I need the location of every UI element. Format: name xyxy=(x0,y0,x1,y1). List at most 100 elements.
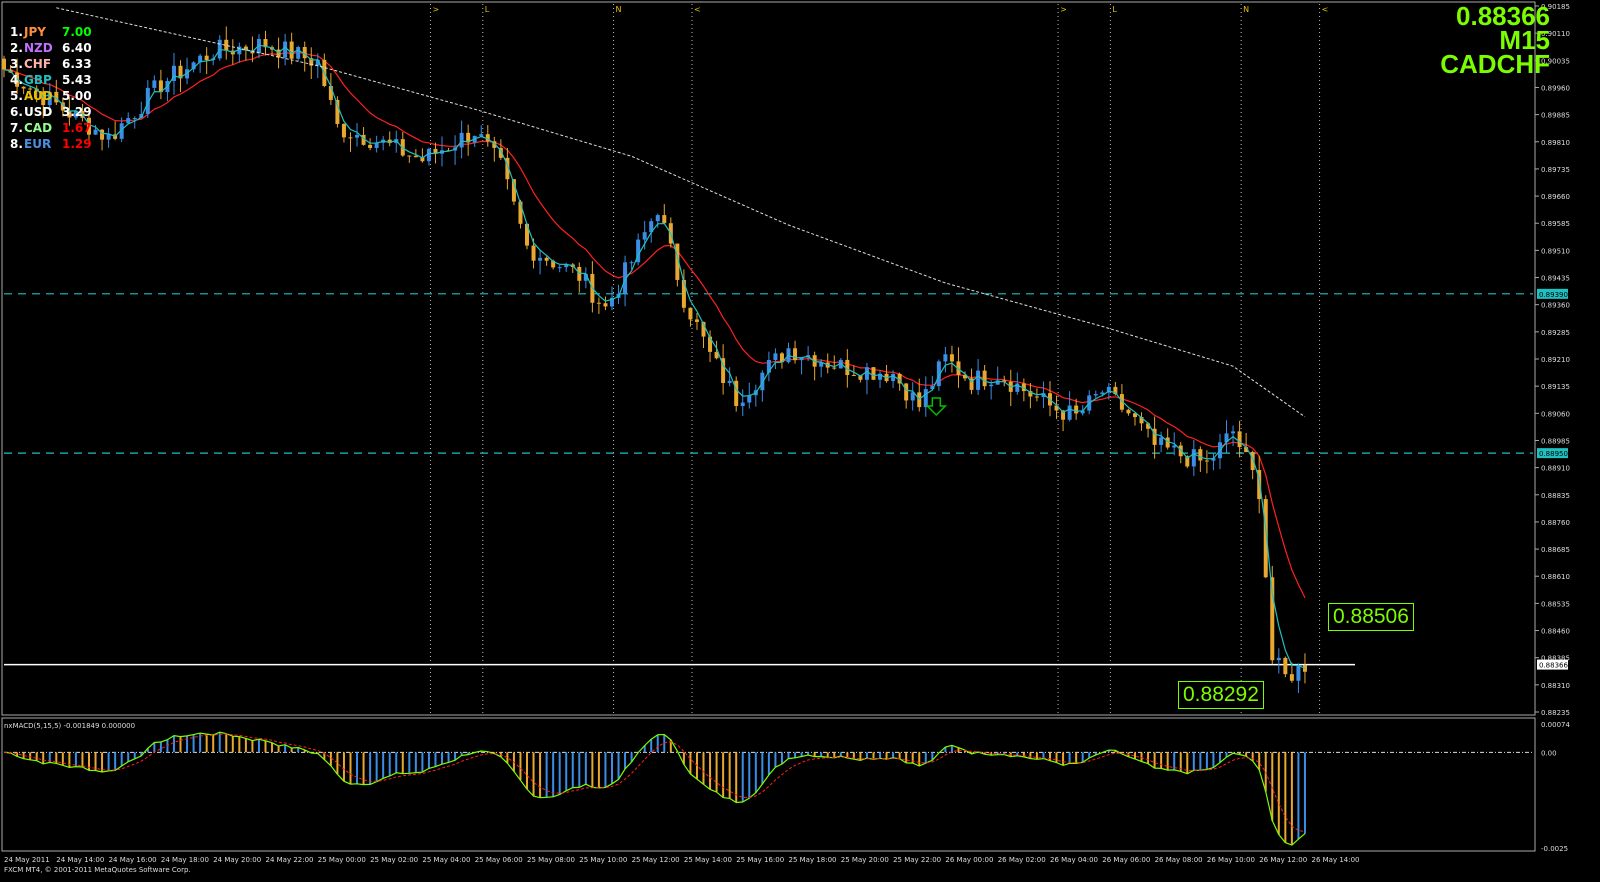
candle-body xyxy=(949,354,954,362)
strength-value: 6.33 xyxy=(62,57,92,71)
strength-currency: AUD xyxy=(24,89,53,103)
candle-body xyxy=(132,118,137,120)
time-tick-label: 26 May 06:00 xyxy=(1102,856,1150,864)
time-tick-label: 25 May 08:00 xyxy=(527,856,575,864)
candle-body xyxy=(296,46,301,59)
candle-body xyxy=(655,215,660,222)
strength-rank: 3. xyxy=(10,57,23,71)
candle-body xyxy=(355,134,360,138)
candle-body xyxy=(93,129,98,135)
strength-value: 3.29 xyxy=(62,105,92,119)
macd-tick-label: 0.00074 xyxy=(1541,721,1570,729)
candle-body xyxy=(1100,392,1105,395)
time-tick-label: 26 May 04:00 xyxy=(1050,856,1098,864)
price-tick-label: 0.89210 xyxy=(1541,356,1570,364)
time-tick-label: 26 May 10:00 xyxy=(1207,856,1255,864)
strength-rank: 5. xyxy=(10,89,23,103)
candle-body xyxy=(289,41,294,59)
session-label: L xyxy=(485,5,490,14)
macd-axis: 0.00074 0.00 -0.0025 xyxy=(1541,721,1570,853)
candle-body xyxy=(1093,394,1098,396)
strength-rank: 1. xyxy=(10,25,23,39)
candle-body xyxy=(982,370,987,387)
strength-rank: 6. xyxy=(10,105,23,119)
price-tick-label: 0.88910 xyxy=(1541,465,1570,473)
candle-body xyxy=(1034,396,1039,398)
strength-row: 5.AUD 5.00 xyxy=(10,88,92,104)
price-marker-label: 0.88950 xyxy=(1539,450,1568,458)
strength-value: 7.00 xyxy=(62,25,92,39)
strength-value: 1.67 xyxy=(62,121,92,135)
price-tick-label: 0.89960 xyxy=(1541,84,1570,92)
time-tick-label: 24 May 18:00 xyxy=(161,856,209,864)
price-tick-label: 0.89810 xyxy=(1541,139,1570,147)
session-label: > xyxy=(1060,5,1067,14)
candle-body xyxy=(851,375,856,377)
price-tick-label: 0.88685 xyxy=(1541,546,1570,554)
price-tick-label: 0.89585 xyxy=(1541,220,1570,228)
strength-value: 5.00 xyxy=(62,89,92,103)
copyright-text: FXCM MT4, © 2001-2011 MetaQuotes Softwar… xyxy=(4,866,191,874)
price-tick-label: 0.88310 xyxy=(1541,682,1570,690)
candle-body xyxy=(740,402,745,407)
candle-body xyxy=(368,144,373,148)
price-tick-label: 0.89435 xyxy=(1541,275,1570,283)
candle-body xyxy=(596,302,601,304)
time-tick-label: 25 May 14:00 xyxy=(684,856,732,864)
price-tick-label: 0.88835 xyxy=(1541,492,1570,500)
candle-body xyxy=(943,354,948,362)
strength-rank: 4. xyxy=(10,73,23,87)
candle-body xyxy=(106,134,111,140)
time-tick-label: 25 May 16:00 xyxy=(736,856,784,864)
time-tick-label: 26 May 00:00 xyxy=(945,856,993,864)
candle-body xyxy=(864,367,869,380)
candle-body xyxy=(832,367,837,369)
candle-body xyxy=(727,380,732,383)
time-tick-label: 26 May 02:00 xyxy=(998,856,1046,864)
candle-body xyxy=(1198,449,1203,461)
candle-body xyxy=(681,279,686,308)
candle-body xyxy=(126,118,131,124)
time-tick-label: 25 May 18:00 xyxy=(789,856,837,864)
time-tick-label: 24 May 20:00 xyxy=(213,856,261,864)
candle-body xyxy=(1289,674,1294,681)
price-tick-label: 0.88760 xyxy=(1541,519,1570,527)
time-tick-label: 25 May 02:00 xyxy=(370,856,418,864)
strength-row: 4.GBP 5.43 xyxy=(10,72,92,88)
strength-rank: 7. xyxy=(10,121,23,135)
session-label: > xyxy=(432,5,439,14)
candle-body xyxy=(1067,405,1072,420)
candle-body xyxy=(773,353,778,360)
symbol-label: CADCHF xyxy=(1440,49,1550,79)
strength-row: 7.CAD 1.67 xyxy=(10,120,92,136)
strength-rank: 8. xyxy=(10,137,23,151)
strength-currency: USD xyxy=(24,105,53,119)
strength-currency: CAD xyxy=(24,121,53,135)
strength-currency: CHF xyxy=(24,57,52,71)
candle-body xyxy=(603,303,608,307)
session-label: N xyxy=(1243,5,1249,14)
time-tick-label: 25 May 10:00 xyxy=(579,856,627,864)
candle-body xyxy=(152,80,157,88)
strength-rank: 2. xyxy=(10,41,23,55)
candle-body xyxy=(1159,437,1164,445)
candle-body xyxy=(923,389,928,408)
strength-row: 6.USD 3.29 xyxy=(10,104,92,120)
time-tick-label: 25 May 06:00 xyxy=(475,856,523,864)
strength-row: 1.JPY 7.00 xyxy=(10,24,92,40)
quote-display: 0.88366 M15 CADCHF xyxy=(1440,3,1550,79)
strength-value: 6.40 xyxy=(62,41,92,55)
candle-body xyxy=(1296,665,1301,681)
upper-price-box: 0.88506 xyxy=(1328,603,1414,631)
candle-body xyxy=(694,319,699,322)
candle-body xyxy=(479,134,484,136)
candle-body xyxy=(1074,405,1079,414)
candle-body xyxy=(871,367,876,380)
currency-strength-list: 1.JPY 7.00 2.NZD 6.40 3.CHF 6.33 4.GBP 5.43 5.AU… xyxy=(10,24,92,152)
time-tick-label: 26 May 14:00 xyxy=(1312,856,1360,864)
time-tick-label: 24 May 2011 xyxy=(4,856,50,864)
candle-body xyxy=(538,257,543,261)
strength-value: 1.29 xyxy=(62,137,92,151)
candle-body xyxy=(348,137,353,139)
price-tick-label: 0.89360 xyxy=(1541,302,1570,310)
